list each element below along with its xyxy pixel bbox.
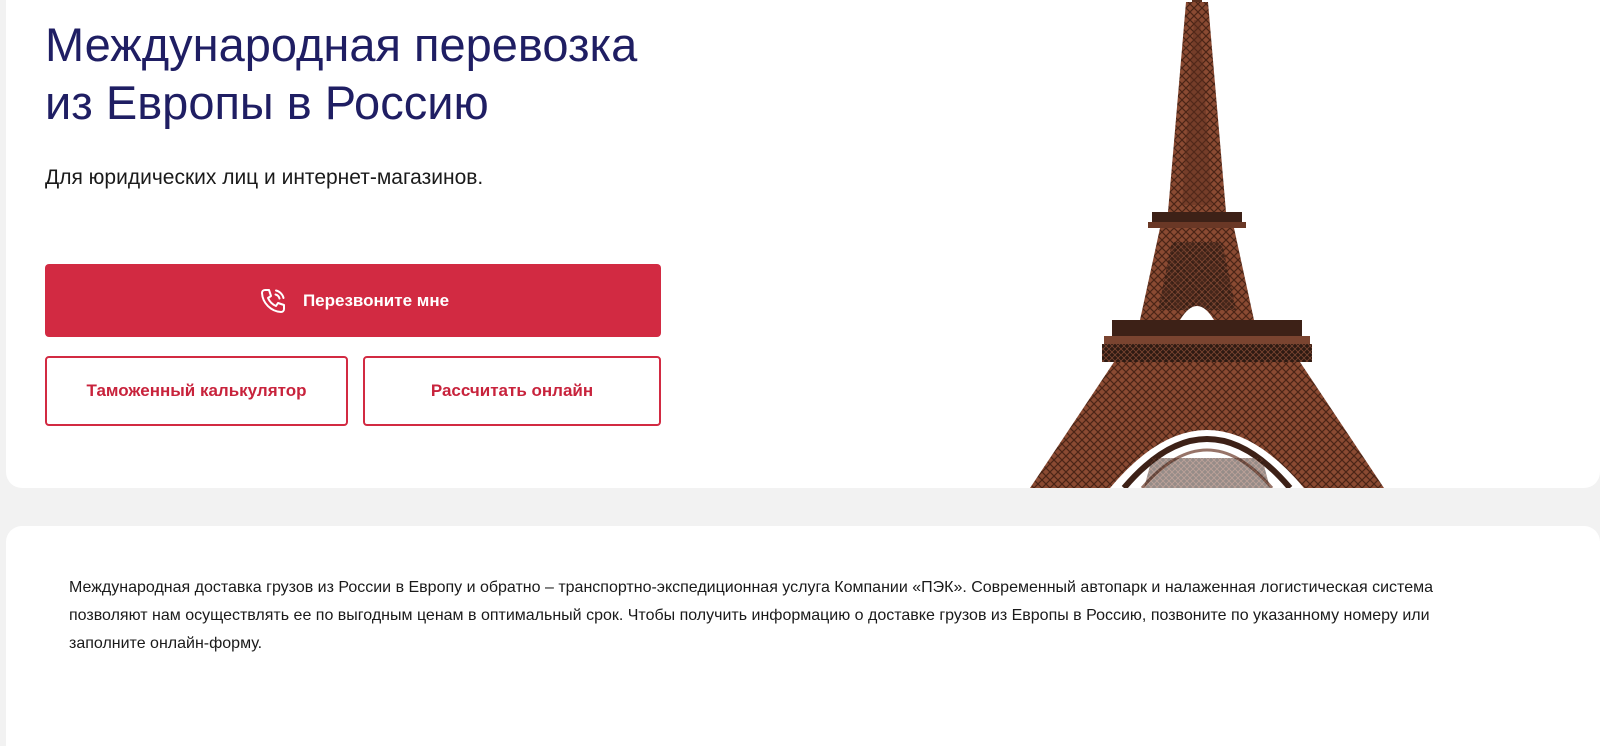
customs-calculator-button[interactable]: Таможенный калькулятор bbox=[45, 356, 348, 426]
page-title: Международная перевозка из Европы в Росс… bbox=[45, 16, 745, 132]
info-paragraph: Международная доставка грузов из России … bbox=[69, 579, 1433, 652]
title-line-2: из Европы в Россию bbox=[45, 76, 489, 129]
eiffel-tower-image bbox=[1030, 0, 1384, 488]
phone-ringing-icon bbox=[257, 285, 289, 317]
hero-section: Международная перевозка из Европы в Росс… bbox=[6, 0, 1600, 488]
title-line-1: Международная перевозка bbox=[45, 18, 638, 71]
hero-subtitle: Для юридических лиц и интернет-магазинов… bbox=[45, 166, 484, 189]
callback-button-label: Перезвоните мне bbox=[302, 290, 450, 310]
calculate-online-button[interactable]: Рассчитать онлайн bbox=[363, 356, 661, 426]
info-section: Международная доставка грузов из России … bbox=[6, 526, 1600, 746]
callback-button[interactable]: Перезвоните мне bbox=[45, 264, 661, 337]
